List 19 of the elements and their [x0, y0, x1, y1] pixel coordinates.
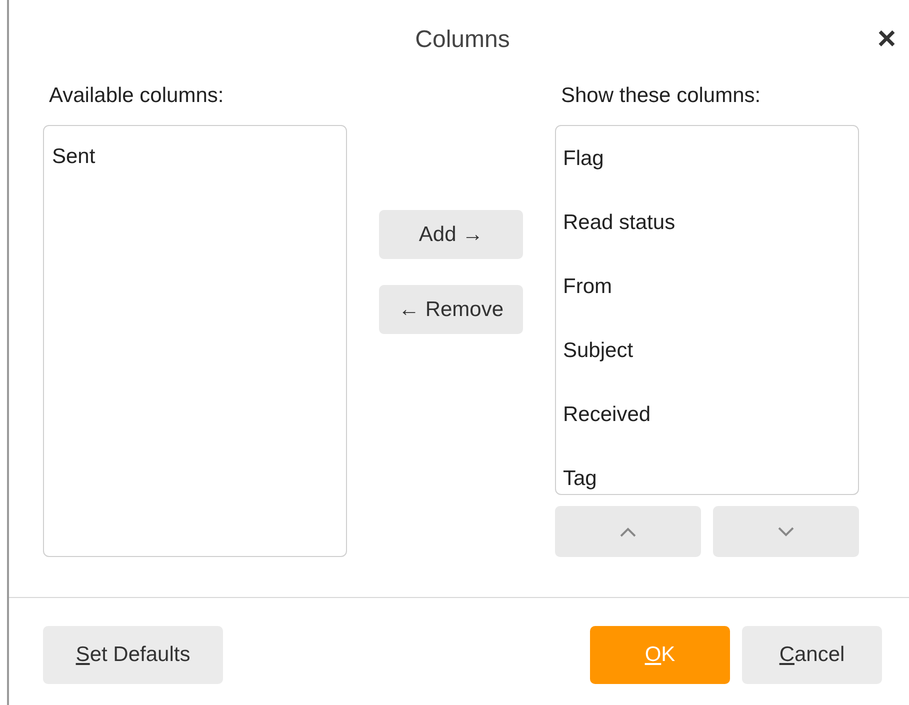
- move-up-button[interactable]: [555, 506, 701, 557]
- list-label: Show these columns:: [561, 83, 762, 109]
- list-label: Available columns:: [49, 83, 225, 109]
- dialog-button[interactable]: Cancel: [742, 626, 882, 684]
- list-item[interactable]: From: [563, 274, 851, 300]
- chevron-up-icon: [619, 526, 637, 536]
- move-down-button[interactable]: [713, 506, 859, 557]
- dialog-button[interactable]: Set Defaults: [43, 626, 223, 684]
- list-item[interactable]: Flag: [563, 146, 851, 172]
- move-button[interactable]: ← Remove: [379, 285, 523, 334]
- list-item[interactable]: Sent: [52, 144, 338, 170]
- window-title: Columns: [415, 25, 510, 55]
- list-item[interactable]: Tag: [563, 466, 851, 492]
- close-button[interactable]: ×: [877, 22, 896, 54]
- list-item[interactable]: Received: [563, 402, 851, 428]
- chevron-down-icon: [777, 526, 795, 536]
- move-button[interactable]: Add →: [379, 210, 523, 259]
- list-item[interactable]: Subject: [563, 338, 851, 364]
- list-item[interactable]: Read status: [563, 210, 851, 236]
